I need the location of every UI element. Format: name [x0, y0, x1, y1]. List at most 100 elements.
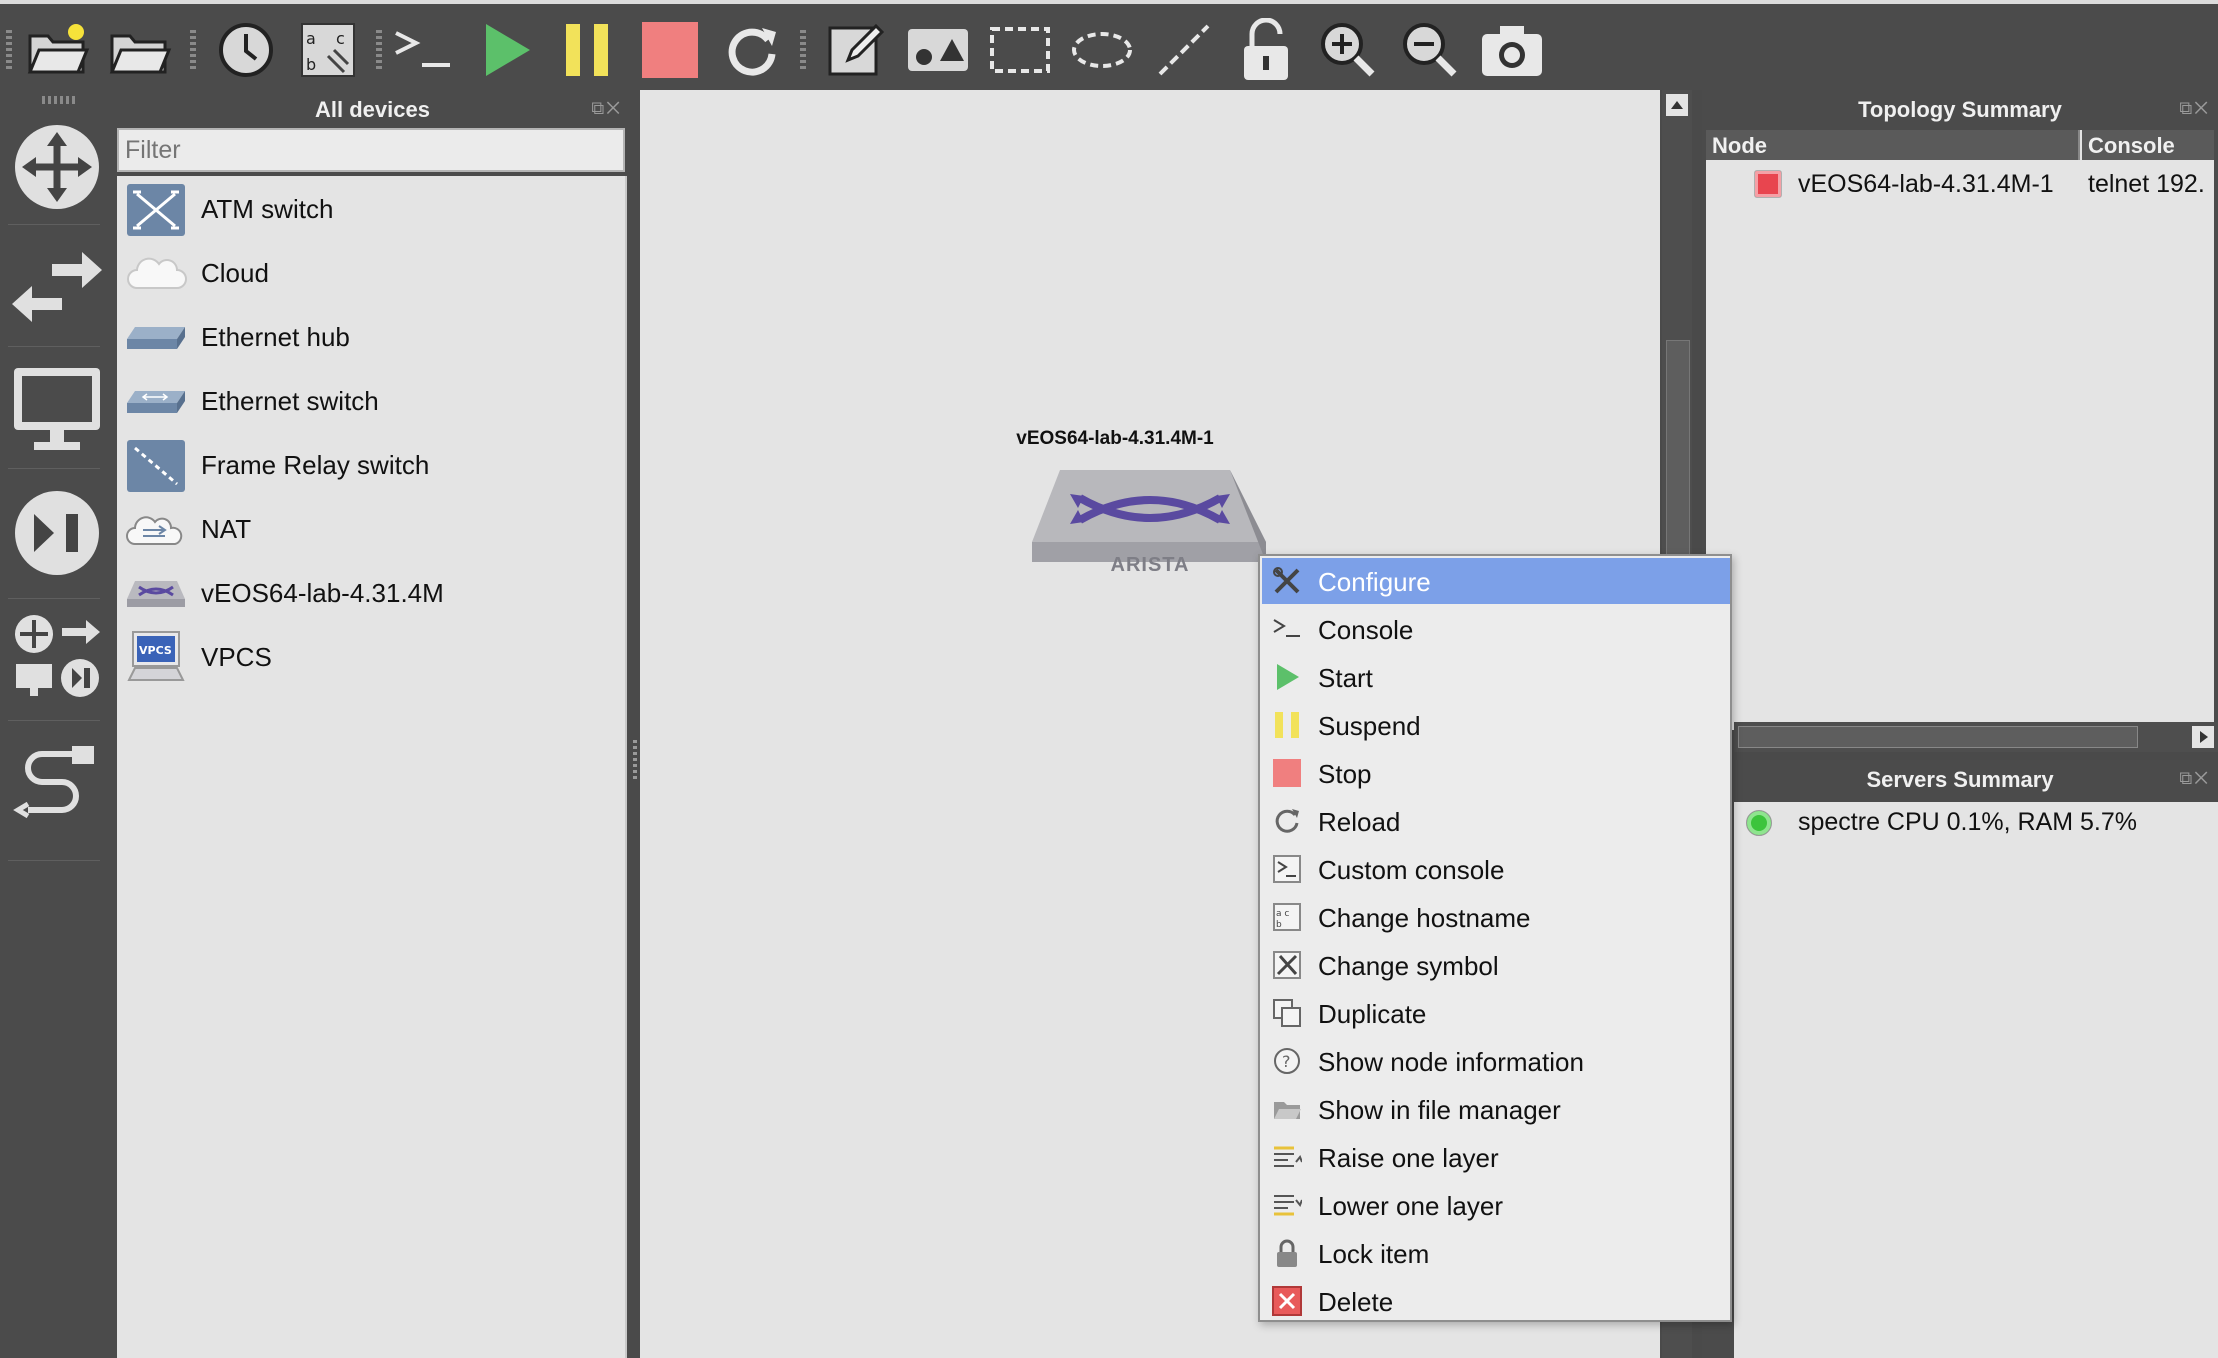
- interface-labels-icon[interactable]: a c b: [292, 14, 364, 86]
- draw-line-icon[interactable]: [1148, 14, 1220, 86]
- unlock-icon[interactable]: [1230, 14, 1302, 86]
- dock-float-close-icon[interactable]: ⧉✕: [2179, 98, 2210, 119]
- device-label: Ethernet switch: [201, 386, 379, 416]
- zoom-out-icon[interactable]: [1394, 14, 1466, 86]
- nat-icon: [125, 502, 187, 558]
- list-item[interactable]: spectre CPU 0.1%, RAM 5.7%: [1734, 802, 2218, 842]
- node-brand-text: ARISTA: [1110, 554, 1190, 576]
- vpcs-icon: VPCS: [125, 630, 187, 686]
- svg-text:b: b: [306, 55, 316, 74]
- scroll-thumb[interactable]: [1738, 726, 2138, 748]
- device-type-sidebar: [0, 90, 115, 1358]
- dock-float-close-icon[interactable]: ⧉✕: [2179, 768, 2210, 789]
- raise-layer-icon: [1272, 1142, 1302, 1172]
- sidebar-grip[interactable]: [42, 96, 76, 104]
- menu-item-stop[interactable]: Stop: [1262, 750, 1730, 796]
- add-link-cable-icon[interactable]: [8, 728, 106, 838]
- device-list: ATM switch Cloud Ethernet hub Ethernet s…: [117, 176, 627, 1358]
- open-project-icon[interactable]: [104, 14, 176, 86]
- add-note-icon[interactable]: [820, 14, 892, 86]
- menu-item-label: Start: [1318, 663, 1373, 693]
- menu-item-configure[interactable]: Configure: [1262, 558, 1730, 604]
- menu-item-change-symbol[interactable]: Change symbol: [1262, 942, 1730, 988]
- menu-item-delete[interactable]: Delete: [1262, 1278, 1730, 1324]
- node-label[interactable]: vEOS64-lab-4.31.4M-1: [980, 428, 1250, 450]
- menu-item-start[interactable]: Start: [1262, 654, 1730, 700]
- browse-security-devices-icon[interactable]: [8, 478, 106, 588]
- all-devices-dock: All devices ⧉✕ ATM switch Cloud Ethernet…: [115, 90, 637, 1358]
- device-label: ATM switch: [201, 194, 334, 224]
- veos-node[interactable]: ARISTA: [1030, 468, 1270, 580]
- device-item-nat[interactable]: NAT: [117, 498, 625, 560]
- toolbar-grip[interactable]: [6, 30, 12, 70]
- screenshot-camera-icon[interactable]: [1476, 14, 1548, 86]
- column-header-node[interactable]: Node: [1706, 130, 2080, 160]
- menu-item-label: Delete: [1318, 1287, 1394, 1317]
- start-all-icon[interactable]: [470, 14, 542, 86]
- scroll-up-arrow-icon[interactable]: [1666, 94, 1688, 116]
- suspend-all-icon[interactable]: [552, 14, 624, 86]
- device-item-atm-switch[interactable]: ATM switch: [117, 178, 625, 240]
- table-row[interactable]: vEOS64-lab-4.31.4M-1 telnet 192.: [1706, 164, 2214, 204]
- svg-text:?: ?: [1282, 1052, 1291, 1071]
- menu-item-change-hostname[interactable]: a cb Change hostname: [1262, 894, 1730, 940]
- device-item-vpcs[interactable]: VPCS VPCS: [117, 626, 625, 688]
- device-item-ethernet-switch[interactable]: Ethernet switch: [117, 370, 625, 432]
- draw-rectangle-icon[interactable]: [984, 14, 1056, 86]
- dock-title: Servers Summary: [1866, 767, 2054, 792]
- snapshot-clock-icon[interactable]: [210, 14, 282, 86]
- device-filter-input[interactable]: [117, 128, 625, 172]
- menu-item-lower-one-layer[interactable]: Lower one layer: [1262, 1182, 1730, 1228]
- reload-all-icon[interactable]: [716, 14, 788, 86]
- menu-item-label: Duplicate: [1318, 999, 1427, 1029]
- console-all-icon[interactable]: [388, 14, 460, 86]
- dock-float-close-icon[interactable]: ⧉✕: [591, 98, 622, 119]
- draw-ellipse-icon[interactable]: [1066, 14, 1138, 86]
- menu-item-console[interactable]: Console: [1262, 606, 1730, 652]
- topology-summary-dock: Topology Summary ⧉✕ Node Console vEOS64-…: [1702, 90, 2218, 730]
- zoom-in-icon[interactable]: [1312, 14, 1384, 86]
- node-status-icon: [1754, 170, 1782, 198]
- menu-item-lock-item[interactable]: Lock item: [1262, 1230, 1730, 1276]
- menu-item-raise-one-layer[interactable]: Raise one layer: [1262, 1134, 1730, 1180]
- menu-item-label: Configure: [1318, 567, 1431, 597]
- browse-switches-icon[interactable]: [8, 232, 106, 342]
- scroll-right-arrow-icon[interactable]: [2192, 726, 2214, 748]
- browse-end-devices-icon[interactable]: [8, 354, 106, 464]
- frame-relay-switch-icon: [125, 438, 187, 494]
- menu-item-label: Stop: [1318, 759, 1372, 789]
- menu-item-reload[interactable]: Reload: [1262, 798, 1730, 844]
- topology-horizontal-scrollbar[interactable]: [1734, 722, 2218, 752]
- svg-text:b: b: [1276, 920, 1282, 930]
- menu-item-suspend[interactable]: Suspend: [1262, 702, 1730, 748]
- device-item-ethernet-hub[interactable]: Ethernet hub: [117, 306, 625, 368]
- browse-routers-icon[interactable]: [8, 112, 106, 222]
- menu-item-custom-console[interactable]: Custom console: [1262, 846, 1730, 892]
- menu-item-label: Raise one layer: [1318, 1143, 1499, 1173]
- insert-picture-icon[interactable]: [902, 14, 974, 86]
- dock-title: All devices: [315, 97, 430, 122]
- menu-item-duplicate[interactable]: Duplicate: [1262, 990, 1730, 1036]
- dock-splitter[interactable]: [633, 740, 637, 780]
- device-item-frame-relay-switch[interactable]: Frame Relay switch: [117, 434, 625, 496]
- new-project-icon[interactable]: [22, 14, 94, 86]
- device-item-cloud[interactable]: Cloud: [117, 242, 625, 304]
- cloud-icon: [125, 246, 187, 302]
- column-header-console[interactable]: Console: [2082, 130, 2214, 160]
- toolbar-separator: [800, 30, 806, 70]
- delete-icon: [1272, 1286, 1302, 1316]
- menu-item-show-node-information[interactable]: ? Show node information: [1262, 1038, 1730, 1084]
- device-label: NAT: [201, 514, 252, 544]
- symbol-icon: [1272, 950, 1302, 980]
- device-label: VPCS: [201, 642, 272, 672]
- menu-item-show-in-file-manager[interactable]: Show in file manager: [1262, 1086, 1730, 1132]
- stop-all-icon[interactable]: [634, 14, 706, 86]
- server-status-icon: [1746, 810, 1772, 836]
- svg-text:VPCS: VPCS: [139, 644, 172, 657]
- browse-all-devices-icon[interactable]: [8, 602, 106, 712]
- node-context-menu: Configure Console Start Suspend Stop Rel…: [1258, 554, 1732, 1322]
- terminal-icon: [1272, 614, 1302, 644]
- device-item-veos64[interactable]: vEOS64-lab-4.31.4M: [117, 562, 625, 624]
- topology-table: Node Console vEOS64-lab-4.31.4M-1 telnet…: [1706, 130, 2214, 730]
- svg-text:a: a: [306, 29, 316, 48]
